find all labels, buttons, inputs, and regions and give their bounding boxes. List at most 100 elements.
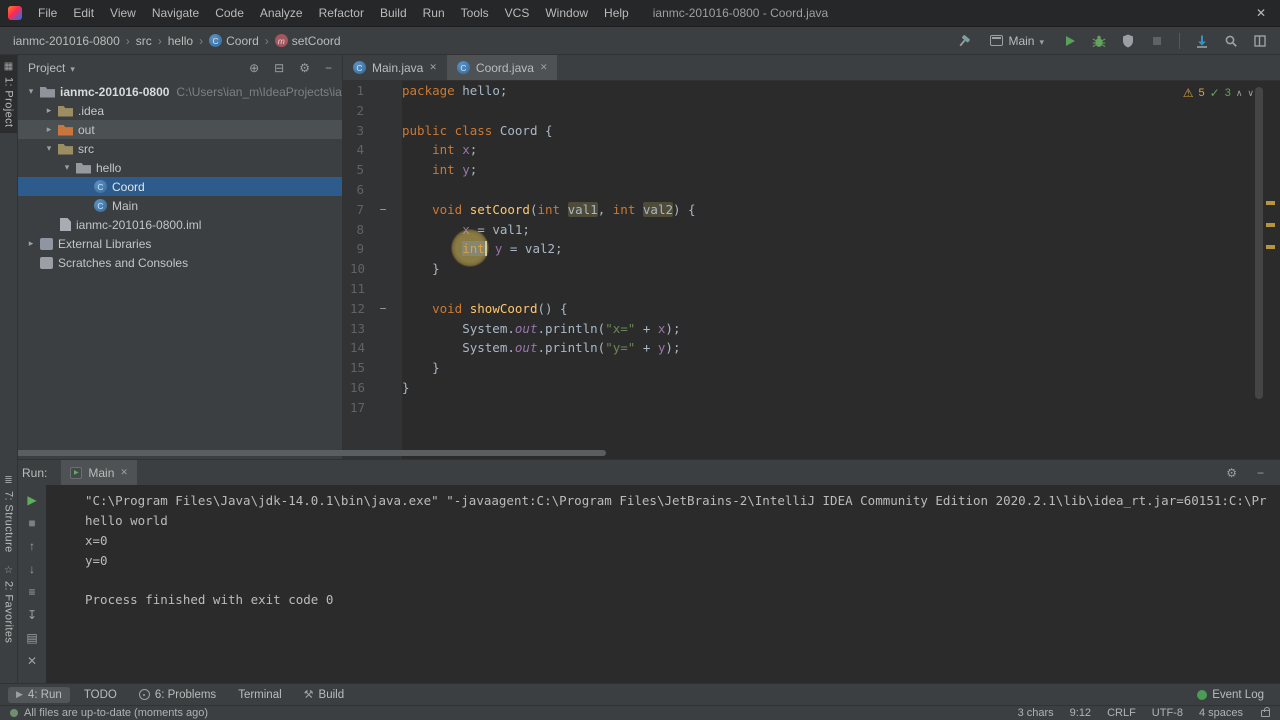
hide-console-icon[interactable] <box>1257 466 1264 480</box>
print-icon[interactable] <box>26 631 37 645</box>
horizontal-scrollbar-thumb[interactable] <box>0 450 606 456</box>
down-stack-trace-icon[interactable] <box>29 562 35 576</box>
tool-button-6:-problems[interactable]: 6: Problems <box>131 687 224 703</box>
tool-button-4:-run[interactable]: 4: Run <box>8 686 70 703</box>
code-line[interactable]: 12− void showCoord() { <box>343 299 1280 319</box>
warning-stripe-mark[interactable] <box>1266 201 1275 205</box>
next-problem-icon[interactable] <box>1247 87 1254 99</box>
tool-button-terminal[interactable]: Terminal <box>230 687 289 703</box>
console-settings-icon[interactable] <box>1226 466 1237 480</box>
vcs-update-button[interactable] <box>1192 31 1212 51</box>
status-9:12[interactable]: 9:12 <box>1070 707 1091 719</box>
menu-navigate[interactable]: Navigate <box>144 0 207 27</box>
tree-chevron-icon[interactable]: ▾ <box>42 143 56 154</box>
menu-code[interactable]: Code <box>207 0 252 27</box>
tree-item-.idea[interactable]: ▸ .idea <box>18 101 342 120</box>
status-3-chars[interactable]: 3 chars <box>1018 707 1054 719</box>
tree-item-Main[interactable]: Main <box>18 196 342 215</box>
code-editor[interactable]: 1 package hello; 2 3 public class Coord {4 i… <box>343 81 1280 459</box>
project-panel-title[interactable]: Project <box>28 61 65 75</box>
tab-Main.java[interactable]: Main.java <box>343 55 447 80</box>
code-line[interactable]: 6 <box>343 180 1280 200</box>
locate-file-icon[interactable] <box>249 61 259 75</box>
tree-item-Scratches and Consoles[interactable]: Scratches and Consoles <box>18 253 342 272</box>
prev-problem-icon[interactable] <box>1236 87 1243 99</box>
collapse-all-icon[interactable] <box>274 61 284 75</box>
code-line[interactable]: 10 } <box>343 259 1280 279</box>
clear-console-icon[interactable] <box>27 654 37 668</box>
close-window-button[interactable] <box>1248 0 1274 27</box>
status-4-spaces[interactable]: 4 spaces <box>1199 707 1243 719</box>
editor-vertical-scrollbar[interactable] <box>1255 87 1263 399</box>
inspections-widget[interactable]: 5 3 <box>1183 86 1254 100</box>
tool-button-favorites[interactable]: ☆ 2: Favorites <box>0 559 17 649</box>
menu-window[interactable]: Window <box>537 0 596 27</box>
tool-button-project[interactable]: ▦ 1: Project <box>0 55 17 134</box>
status-crlf[interactable]: CRLF <box>1107 707 1136 719</box>
lock-icon[interactable] <box>1261 706 1270 717</box>
scroll-to-end-icon[interactable] <box>27 608 37 622</box>
horizontal-scrollbar[interactable] <box>0 449 1280 458</box>
tree-chevron-icon[interactable]: ▾ <box>60 162 74 173</box>
soft-wrap-icon[interactable] <box>28 585 35 599</box>
coverage-button[interactable] <box>1118 31 1138 51</box>
code-line[interactable]: 2 <box>343 101 1280 121</box>
run-config-selector[interactable]: Main <box>983 32 1051 50</box>
menu-edit[interactable]: Edit <box>65 0 102 27</box>
menu-refactor[interactable]: Refactor <box>311 0 372 27</box>
debug-button[interactable] <box>1089 31 1109 51</box>
warning-stripe-mark[interactable] <box>1266 245 1275 249</box>
menu-file[interactable]: File <box>30 0 65 27</box>
up-stack-trace-icon[interactable] <box>29 539 35 553</box>
close-tab-icon[interactable] <box>429 62 437 73</box>
tree-item-hello[interactable]: ▾ hello <box>18 158 342 177</box>
breadcrumb-setCoord[interactable]: setCoord <box>272 34 344 48</box>
menu-help[interactable]: Help <box>596 0 637 27</box>
menu-build[interactable]: Build <box>372 0 415 27</box>
code-line[interactable]: 14 System.out.println("y=" + y); <box>343 338 1280 358</box>
code-line[interactable]: 7− void setCoord(int val1, int val2) { <box>343 200 1280 220</box>
tree-chevron-icon[interactable]: ▸ <box>42 105 56 116</box>
panel-settings-icon[interactable] <box>299 61 310 75</box>
tool-button-structure[interactable]: ≣ 7: Structure <box>0 469 17 559</box>
rerun-icon[interactable] <box>27 493 36 507</box>
run-button[interactable] <box>1060 31 1080 51</box>
close-run-tab-icon[interactable] <box>120 467 128 478</box>
tree-chevron-icon[interactable]: ▸ <box>24 238 38 249</box>
code-line[interactable]: 15 } <box>343 358 1280 378</box>
stop-button[interactable] <box>1147 31 1167 51</box>
code-line[interactable]: 11 <box>343 279 1280 299</box>
menu-vcs[interactable]: VCS <box>497 0 538 27</box>
warning-stripe-mark[interactable] <box>1266 223 1275 227</box>
stop-icon[interactable] <box>28 516 35 530</box>
tree-chevron-icon[interactable]: ▾ <box>24 86 38 97</box>
breadcrumb-hello[interactable]: hello <box>165 34 196 48</box>
code-line[interactable]: 16} <box>343 378 1280 398</box>
status-utf-8[interactable]: UTF-8 <box>1152 707 1183 719</box>
code-line[interactable]: 4 int x; <box>343 140 1280 160</box>
build-hammer-icon[interactable] <box>954 31 974 51</box>
hide-panel-icon[interactable] <box>325 61 332 75</box>
code-line[interactable]: 3 public class Coord { <box>343 121 1280 141</box>
layout-icon[interactable] <box>1250 31 1270 51</box>
tree-item-External Libraries[interactable]: ▸ External Libraries <box>18 234 342 253</box>
menu-run[interactable]: Run <box>415 0 453 27</box>
menu-analyze[interactable]: Analyze <box>252 0 311 27</box>
code-line[interactable]: 1 package hello; <box>343 81 1280 101</box>
tree-item-Coord[interactable]: Coord <box>18 177 342 196</box>
run-tab-main[interactable]: Main <box>61 460 137 485</box>
breadcrumb-ianmc-201016-0800[interactable]: ianmc-201016-0800 <box>10 34 123 48</box>
tree-item-out[interactable]: ▸ out <box>18 120 342 139</box>
menu-view[interactable]: View <box>102 0 144 27</box>
breadcrumb-src[interactable]: src <box>133 34 155 48</box>
tree-item-ianmc-201016-0800[interactable]: ▾ ianmc-201016-0800 C:\Users\ian_m\IdeaPro… <box>18 82 342 101</box>
breadcrumb-Coord[interactable]: Coord <box>206 34 262 48</box>
code-line[interactable]: 17 <box>343 398 1280 418</box>
search-everywhere-icon[interactable] <box>1221 31 1241 51</box>
close-tab-icon[interactable] <box>540 62 548 73</box>
tree-chevron-icon[interactable]: ▸ <box>42 124 56 135</box>
console-output[interactable]: "C:\Program Files\Java\jdk-14.0.1\bin\ja… <box>46 485 1280 684</box>
tree-item-ianmc-201016-0800.iml[interactable]: ianmc-201016-0800.iml <box>18 215 342 234</box>
tab-Coord.java[interactable]: Coord.java <box>446 55 558 80</box>
tool-button-event-log[interactable]: Event Log <box>1189 687 1272 703</box>
